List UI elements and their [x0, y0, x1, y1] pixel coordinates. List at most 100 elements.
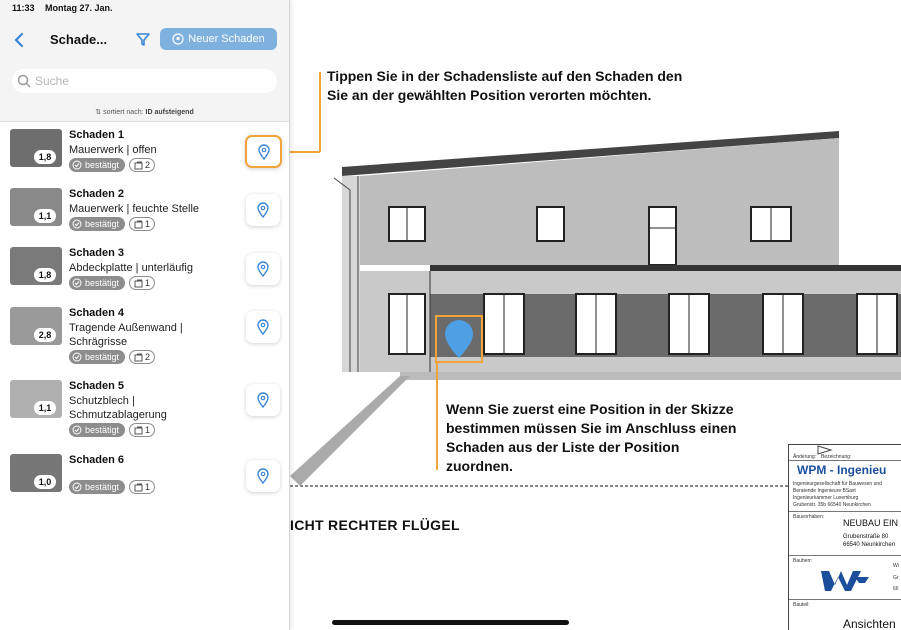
- damage-thumbnail: 1,1: [10, 188, 62, 226]
- status-date: Montag 27. Jan.: [45, 3, 113, 13]
- search-icon: [17, 74, 31, 88]
- home-indicator[interactable]: [332, 620, 569, 625]
- tb-builder-b: Gr: [893, 575, 899, 581]
- check-circle-icon: [72, 482, 82, 492]
- damage-subtitle: Tragende Außenwand | Schrägrisse: [69, 322, 183, 348]
- damage-rating-badge: 1,8: [34, 150, 56, 164]
- photo-count-pill: 1: [129, 480, 156, 494]
- check-circle-icon: [72, 278, 82, 288]
- tb-client-label: Bauvorhaben:: [793, 514, 825, 520]
- damage-list-item[interactable]: 2,8 Schaden 4 Tragende Außenwand | Schrägr…: [0, 307, 289, 367]
- status-text: bestätigt: [85, 278, 120, 288]
- locate-damage-button[interactable]: [246, 194, 280, 226]
- tb-company-line2: Beratende Ingenieure BSaxt: [793, 488, 856, 494]
- new-damage-button[interactable]: Neuer Schaden: [160, 28, 277, 50]
- damage-thumbnail: 1,0: [10, 454, 62, 492]
- photo-icon: [134, 483, 143, 491]
- status-pill: bestätigt: [69, 158, 126, 172]
- photo-count: 1: [145, 278, 151, 288]
- wpm-logo-icon: [821, 571, 869, 591]
- sort-prefix: sortiert nach:: [103, 109, 144, 116]
- photo-count-pill: 2: [129, 350, 156, 364]
- sort-indicator[interactable]: ⇅ sortiert nach: ID aufsteigend: [0, 108, 289, 116]
- sort-value: ID aufsteigend: [145, 109, 194, 116]
- damage-thumbnail: 1,1: [10, 380, 62, 418]
- status-text: bestätigt: [85, 352, 120, 362]
- location-pin-icon: [257, 392, 269, 408]
- damage-list-item[interactable]: 1,1 Schaden 5 Schutzblech | Schmutzablager…: [0, 380, 289, 440]
- damage-pills: bestätigt 1: [69, 423, 156, 437]
- chevron-left-icon: [14, 32, 24, 48]
- damage-title: Schaden 5: [69, 380, 125, 392]
- new-damage-label: Neuer Schaden: [188, 33, 265, 45]
- panel-header: 11:33 Montag 27. Jan. Schade... Neuer Sc…: [0, 0, 289, 122]
- status-text: bestätigt: [85, 219, 120, 229]
- tb-company-line3: Ingenieurkammer Luxemburg: [793, 495, 859, 501]
- damage-subtitle: Mauerwerk | offen: [69, 144, 157, 156]
- damage-rating-badge: 1,8: [34, 268, 56, 282]
- photo-icon: [134, 161, 143, 169]
- damage-rating-badge: 1,1: [34, 209, 56, 223]
- damage-pills: bestätigt 2: [69, 158, 156, 172]
- back-button[interactable]: [10, 30, 28, 50]
- filter-button[interactable]: [134, 30, 152, 48]
- photo-count: 2: [145, 160, 151, 170]
- status-pill: bestätigt: [69, 480, 126, 494]
- damage-list-item[interactable]: 1,0 Schaden 6 bestätigt 1: [0, 454, 289, 514]
- tb-company-line1: Ingenieurgesellschaft für Bauwesen und: [793, 481, 882, 487]
- location-pin-icon: [257, 202, 269, 218]
- photo-count-pill: 2: [129, 158, 156, 172]
- photo-count-pill: 1: [129, 423, 156, 437]
- location-pin-icon: [257, 468, 269, 484]
- check-circle-icon: [72, 425, 82, 435]
- damage-list-item[interactable]: 1,1 Schaden 2 Mauerwerk | feuchte Stelle be…: [0, 188, 289, 248]
- drawing-title-block: Änderung: Bezeichnung: WPM - Ingenieu In…: [788, 444, 901, 630]
- search-placeholder: Suche: [35, 74, 70, 88]
- status-pill: bestätigt: [69, 217, 126, 231]
- photo-icon: [134, 220, 143, 228]
- status-pill: bestätigt: [69, 350, 126, 364]
- damage-list-panel: 11:33 Montag 27. Jan. Schade... Neuer Sc…: [0, 0, 290, 630]
- check-circle-icon: [72, 219, 82, 229]
- damage-thumbnail: 1,8: [10, 129, 62, 167]
- damage-pills: bestätigt 1: [69, 276, 156, 290]
- search-field[interactable]: Suche: [12, 69, 277, 93]
- photo-icon: [134, 353, 143, 361]
- tb-company-name: WPM - Ingenieu: [797, 463, 887, 477]
- damage-pills: bestätigt 1: [69, 217, 156, 231]
- check-circle-icon: [72, 352, 82, 362]
- status-pill: bestätigt: [69, 276, 126, 290]
- locate-damage-button[interactable]: [246, 253, 280, 285]
- damage-list-item[interactable]: 1,8 Schaden 1 Mauerwerk | offen bestätigt 2: [0, 129, 289, 189]
- damage-title: Schaden 2: [69, 188, 125, 200]
- tb-author-label: Bauteil:: [793, 602, 810, 608]
- damage-title: Schaden 1: [69, 129, 125, 141]
- callout-position-first: Wenn Sie zuerst eine Position in der Ski…: [446, 401, 737, 474]
- photo-count-pill: 1: [129, 276, 156, 290]
- status-text: bestätigt: [85, 425, 120, 435]
- photo-count: 1: [145, 425, 151, 435]
- damage-rating-badge: 1,0: [34, 475, 56, 489]
- status-text: bestätigt: [85, 482, 120, 492]
- locate-damage-button[interactable]: [246, 384, 280, 416]
- locate-damage-button[interactable]: [246, 311, 280, 343]
- photo-icon: [134, 426, 143, 434]
- app-screen: Tippen Sie in der Schadensliste auf den …: [0, 0, 901, 630]
- damage-title: Schaden 6: [69, 454, 125, 466]
- tb-builder-c: 66: [893, 586, 899, 592]
- locate-damage-button[interactable]: [246, 460, 280, 492]
- location-pin-icon: [172, 33, 184, 45]
- tb-builder-label: Bauherr:: [793, 558, 813, 564]
- damage-rating-badge: 1,1: [34, 401, 56, 415]
- damage-subtitle: Schutzblech | Schmutzablagerung: [69, 395, 167, 421]
- page-title: Schade...: [50, 32, 108, 47]
- location-pin-icon: [257, 319, 269, 335]
- damage-pills: bestätigt 2: [69, 350, 156, 364]
- locate-damage-button[interactable]: [245, 135, 282, 168]
- filter-icon: [136, 33, 150, 46]
- status-pill: bestätigt: [69, 423, 126, 437]
- photo-icon: [134, 279, 143, 287]
- location-pin-icon: [257, 143, 270, 160]
- damage-title: Schaden 3: [69, 247, 125, 259]
- damage-list-item[interactable]: 1,8 Schaden 3 Abdeckplatte | unterläufig be…: [0, 247, 289, 307]
